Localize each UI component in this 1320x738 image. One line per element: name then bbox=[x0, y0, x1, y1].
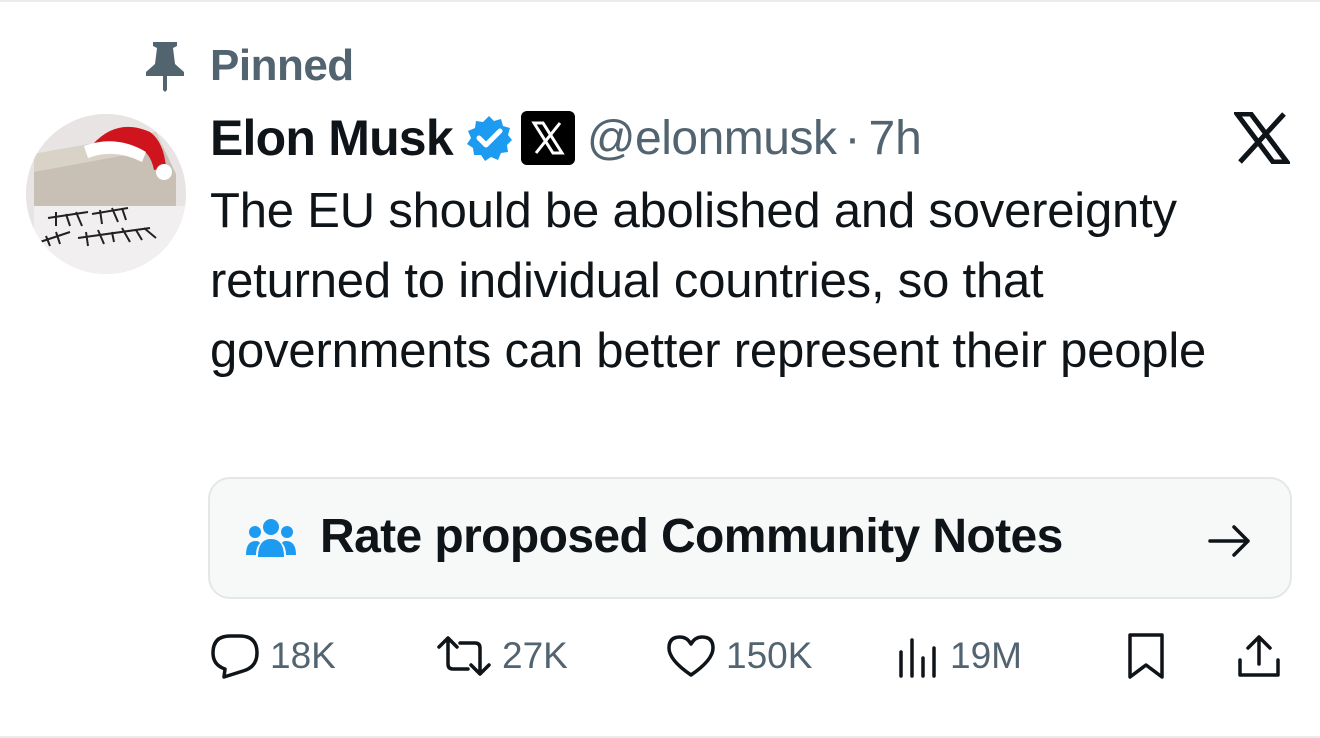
bookmark-icon bbox=[1126, 632, 1166, 680]
share-button[interactable] bbox=[1236, 626, 1282, 686]
timestamp[interactable]: 7h bbox=[868, 111, 921, 166]
author-handle[interactable]: @elonmusk bbox=[587, 111, 837, 166]
reply-icon bbox=[210, 633, 260, 679]
separator-dot: · bbox=[844, 111, 861, 165]
bookmark-button[interactable] bbox=[1126, 626, 1166, 686]
repost-icon bbox=[436, 634, 492, 678]
share-icon bbox=[1236, 633, 1282, 679]
repost-count: 27K bbox=[502, 635, 568, 676]
pin-icon bbox=[144, 40, 186, 92]
like-count: 150K bbox=[726, 635, 813, 676]
tweet-header: Elon Musk @elonmusk · 7h bbox=[210, 106, 922, 170]
reply-count: 18K bbox=[270, 635, 336, 676]
tweet-text: The EU should be abolished and sovereign… bbox=[210, 184, 1207, 378]
arrow-right-icon bbox=[1208, 521, 1252, 561]
x-logo-icon[interactable] bbox=[1232, 111, 1292, 165]
avatar[interactable] bbox=[26, 114, 186, 274]
like-button[interactable]: 150K bbox=[666, 626, 812, 686]
heart-icon bbox=[666, 634, 716, 678]
views-icon bbox=[896, 634, 940, 678]
view-count: 19M bbox=[950, 635, 1022, 676]
author-name[interactable]: Elon Musk bbox=[210, 109, 454, 167]
people-icon bbox=[246, 517, 296, 559]
views-button[interactable]: 19M bbox=[896, 626, 1022, 686]
pinned-indicator: Pinned bbox=[144, 40, 354, 92]
verified-badge-icon[interactable] bbox=[465, 114, 513, 162]
reply-button[interactable]: 18K bbox=[210, 626, 336, 686]
x-affiliation-icon[interactable] bbox=[520, 111, 575, 165]
pinned-label: Pinned bbox=[210, 41, 354, 90]
repost-button[interactable]: 27K bbox=[436, 626, 568, 686]
rate-community-notes-card[interactable]: Rate proposed Community Notes bbox=[208, 477, 1292, 599]
community-notes-label: Rate proposed Community Notes bbox=[320, 510, 1063, 563]
top-divider bbox=[0, 0, 1320, 2]
